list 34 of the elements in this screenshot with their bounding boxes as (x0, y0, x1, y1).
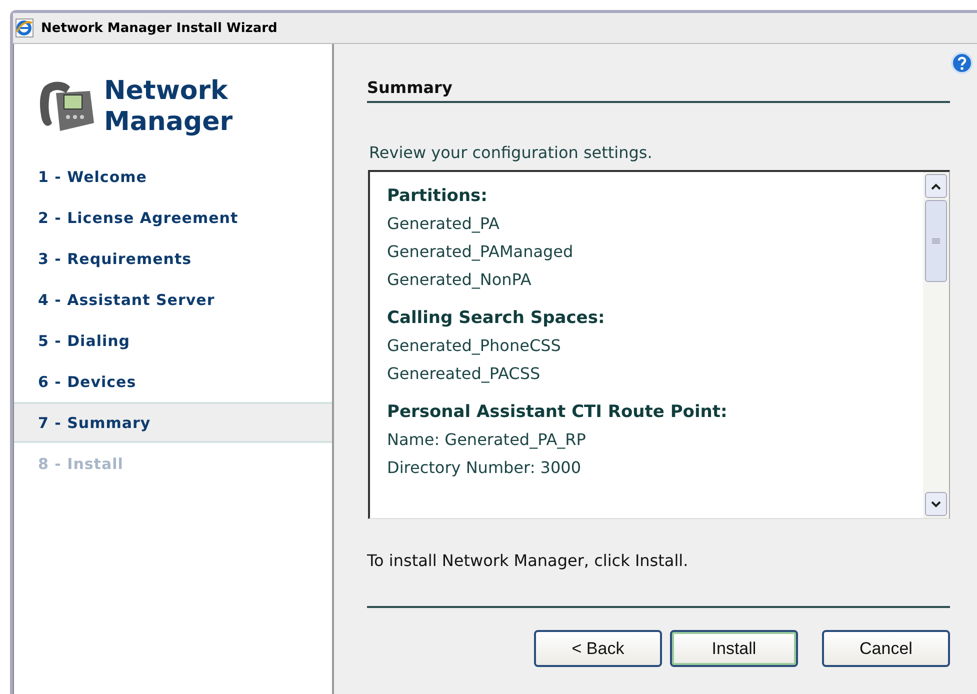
wizard-button[interactable]: < Back (534, 630, 662, 667)
wizard-button[interactable]: Install (670, 630, 798, 667)
wizard-step[interactable]: 3 - Requirements (14, 238, 332, 279)
scrollbar[interactable] (923, 172, 949, 518)
scroll-thumb[interactable] (925, 200, 947, 282)
browser-icon (15, 18, 35, 38)
wizard-step[interactable]: 7 - Summary (14, 402, 332, 443)
wizard-step[interactable]: 2 - License Agreement (14, 197, 332, 238)
caret-up-icon (931, 182, 941, 190)
scroll-up-button[interactable] (925, 174, 947, 198)
summary-heading: Personal Assistant CTI Route Point: (387, 402, 728, 422)
summary-heading: Partitions: (387, 186, 488, 206)
install-hint: To install Network Manager, click Install. (367, 551, 690, 570)
wizard-step[interactable]: 1 - Welcome (14, 156, 332, 197)
wizard-step[interactable]: 6 - Devices (14, 361, 332, 402)
product-name: Network Manager (104, 76, 233, 138)
help-icon[interactable] (951, 52, 973, 74)
wizard-button[interactable]: Cancel (822, 630, 950, 667)
wizard-step[interactable]: 5 - Dialing (14, 320, 332, 361)
scroll-down-button[interactable] (925, 492, 947, 516)
window-title: Network Manager Install Wizard (41, 20, 278, 36)
summary-line: Generated_PhoneCSS (387, 335, 562, 357)
summary-line: Directory Number: 3000 (387, 457, 582, 479)
summary-line: Generated_PA (387, 213, 500, 235)
summary-line: Generated_PAManaged (387, 241, 574, 263)
summary-line: Genereated_PACSS (387, 363, 542, 385)
summary-line: Name: Generated_PA_RP (387, 429, 587, 451)
summary-heading: Calling Search Spaces: (387, 308, 606, 328)
wizard-step[interactable]: 4 - Assistant Server (14, 279, 332, 320)
caret-down-icon (931, 500, 941, 508)
section-heading: Summary (367, 58, 950, 103)
grip-icon (932, 238, 940, 244)
summary-line: Generated_NonPA (387, 269, 532, 291)
instruction-text: Review your configuration settings. (369, 143, 654, 162)
